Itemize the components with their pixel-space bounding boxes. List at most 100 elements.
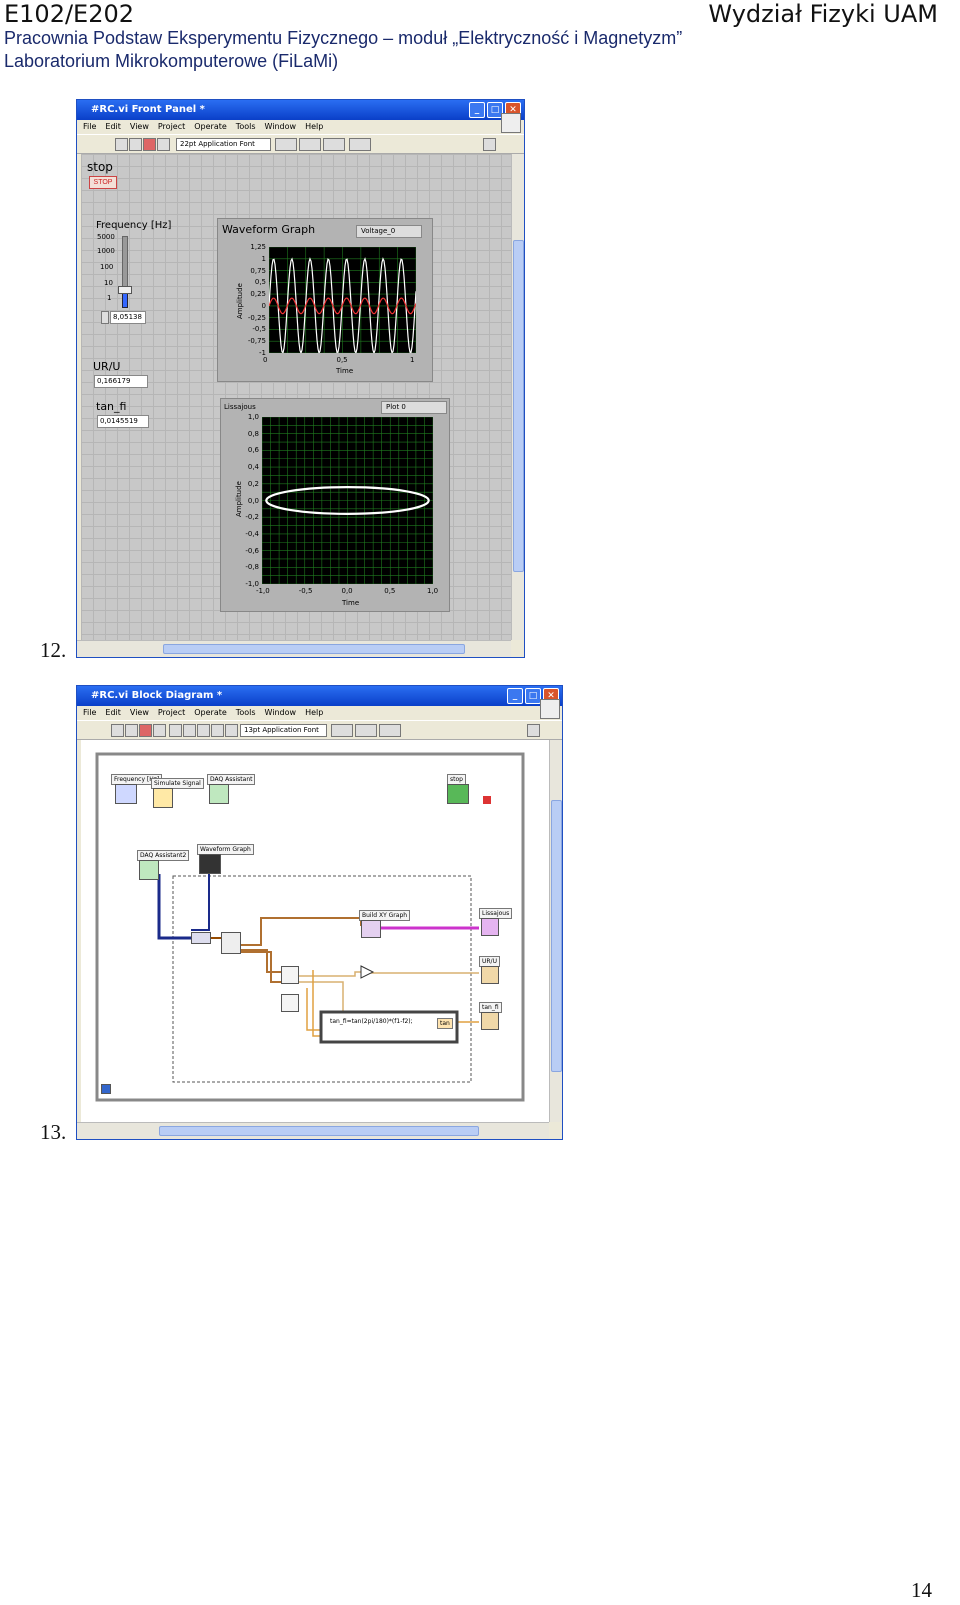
x-tick-label: 1,0 xyxy=(427,587,439,595)
distribute-icon[interactable] xyxy=(299,138,321,151)
block-diagram-titlebar[interactable]: #RC.vi Block Diagram * _ □ ✕ xyxy=(77,686,562,706)
menu-view[interactable]: View xyxy=(130,120,149,134)
menu-window[interactable]: Window xyxy=(265,706,297,720)
waveform-graph-terminal-icon[interactable] xyxy=(199,854,221,874)
block-diagram-window: #RC.vi Block Diagram * _ □ ✕ File Edit V… xyxy=(76,685,563,1140)
menu-help[interactable]: Help xyxy=(305,120,323,134)
waveform-legend-label: Voltage_0 xyxy=(361,227,396,235)
abort-icon[interactable] xyxy=(139,724,152,737)
menu-help[interactable]: Help xyxy=(305,706,323,720)
maximize-button[interactable]: □ xyxy=(525,688,541,704)
tanfi-label: tan_fi xyxy=(96,400,127,413)
menu-project[interactable]: Project xyxy=(158,706,185,720)
x-tick-label: 0,5 xyxy=(384,587,396,595)
menu-tools[interactable]: Tools xyxy=(236,706,256,720)
run-continuously-icon[interactable] xyxy=(129,138,142,151)
frequency-control-icon[interactable] xyxy=(115,784,137,804)
frequency-label: Frequency [Hz] xyxy=(96,220,172,231)
doc-code: E102/E202 xyxy=(4,0,135,28)
front-panel-vscroll[interactable] xyxy=(511,154,524,640)
formula-text[interactable]: tan_fi=tan(2pi/180)*(f1-f2); xyxy=(327,1016,416,1027)
hscroll-thumb[interactable] xyxy=(163,644,465,654)
menu-view[interactable]: View xyxy=(130,706,149,720)
hscroll-thumb[interactable] xyxy=(159,1126,479,1136)
increment-icon[interactable] xyxy=(101,311,109,324)
simulate-signal-icon[interactable] xyxy=(153,788,173,808)
waveform-title: Waveform Graph xyxy=(222,223,316,236)
menu-tools[interactable]: Tools xyxy=(236,120,256,134)
run-arrow-icon[interactable] xyxy=(111,724,124,737)
front-panel-titlebar[interactable]: #RC.vi Front Panel * _ □ ✕ xyxy=(77,100,524,120)
menu-edit[interactable]: Edit xyxy=(105,120,121,134)
waveform-legend[interactable]: Voltage_0 xyxy=(356,225,422,238)
menu-operate[interactable]: Operate xyxy=(194,120,227,134)
convert-data-icon[interactable] xyxy=(191,932,211,944)
help-icon[interactable] xyxy=(483,138,496,151)
multiply-node-icon xyxy=(360,965,375,979)
lissajous-graph: Lissajous Plot 0 Amplitude 1,0 0,8 0,6 0,4 0… xyxy=(220,398,450,612)
vscroll-thumb[interactable] xyxy=(513,240,524,572)
resize-icon[interactable] xyxy=(323,138,345,151)
menu-edit[interactable]: Edit xyxy=(105,706,121,720)
abort-icon[interactable] xyxy=(143,138,156,151)
lissajous-svg xyxy=(262,417,433,584)
pause-icon[interactable] xyxy=(157,138,170,151)
retain-wire-values-icon[interactable] xyxy=(183,724,196,737)
block-diagram-vscroll[interactable] xyxy=(549,740,562,1122)
split-signals-icon[interactable] xyxy=(221,932,241,954)
lissajous-legend[interactable]: Plot 0 xyxy=(381,401,447,414)
step-into-icon[interactable] xyxy=(197,724,210,737)
y-tick-label: 0,0 xyxy=(247,496,259,505)
daq-assistant-icon[interactable] xyxy=(209,784,229,804)
menu-operate[interactable]: Operate xyxy=(194,706,227,720)
menu-file[interactable]: File xyxy=(83,120,96,134)
highlight-execution-icon[interactable] xyxy=(169,724,182,737)
font-select[interactable]: 22pt Application Font xyxy=(176,138,271,151)
daq-assistant2-icon[interactable] xyxy=(139,860,159,880)
step-out-icon[interactable] xyxy=(225,724,238,737)
block-diagram-hscroll[interactable] xyxy=(77,1122,549,1139)
tone-measurement-icon[interactable] xyxy=(281,966,299,984)
menu-window[interactable]: Window xyxy=(265,120,297,134)
frequency-value[interactable]: 8,05138 xyxy=(110,311,146,324)
frequency-slider-thumb[interactable] xyxy=(118,285,132,294)
font-select[interactable]: 13pt Application Font xyxy=(240,724,327,737)
lissajous-terminal-icon[interactable] xyxy=(481,918,499,936)
run-continuously-icon[interactable] xyxy=(125,724,138,737)
stop-terminal-icon[interactable] xyxy=(447,784,469,804)
slider-tick: 10 xyxy=(104,279,113,287)
distribute-icon[interactable] xyxy=(355,724,377,737)
build-xy-graph-icon[interactable] xyxy=(361,920,381,938)
help-icon[interactable] xyxy=(527,724,540,737)
x-tick-label: -0,5 xyxy=(298,587,313,595)
vscroll-thumb[interactable] xyxy=(551,800,562,1072)
vi-icon xyxy=(501,113,521,133)
align-icon[interactable] xyxy=(275,138,297,151)
front-panel-hscroll[interactable] xyxy=(77,640,511,657)
front-panel-canvas: stop STOP Frequency [Hz] 5000 1000 100 1… xyxy=(81,154,511,640)
align-icon[interactable] xyxy=(331,724,353,737)
tone-measurement2-icon[interactable] xyxy=(281,994,299,1012)
waveform-plot-area xyxy=(269,247,416,353)
minimize-button[interactable]: _ xyxy=(507,688,523,704)
reorder-icon[interactable] xyxy=(379,724,401,737)
stop-button[interactable]: STOP xyxy=(89,176,117,189)
step-over-icon[interactable] xyxy=(211,724,224,737)
y-tick-label: 0,6 xyxy=(247,446,259,455)
waveform-svg xyxy=(269,247,416,353)
reorder-icon[interactable] xyxy=(349,138,371,151)
block-diagram-toolbar: 13pt Application Font xyxy=(77,699,562,740)
pause-icon[interactable] xyxy=(153,724,166,737)
run-arrow-icon[interactable] xyxy=(115,138,128,151)
slider-tick: 1 xyxy=(107,294,112,302)
tanfi-terminal-icon[interactable] xyxy=(481,1012,499,1030)
minimize-button[interactable]: _ xyxy=(469,102,485,118)
menu-project[interactable]: Project xyxy=(158,120,185,134)
y-tick-label: 0,5 xyxy=(254,278,266,287)
tanfi-value: 0,0145519 xyxy=(97,415,149,428)
page-number: 14 xyxy=(911,1578,932,1602)
waveform-xlabel: Time xyxy=(336,367,354,375)
menu-file[interactable]: File xyxy=(83,706,96,720)
y-tick-label: -0,4 xyxy=(245,529,259,538)
urU-terminal-icon[interactable] xyxy=(481,966,499,984)
